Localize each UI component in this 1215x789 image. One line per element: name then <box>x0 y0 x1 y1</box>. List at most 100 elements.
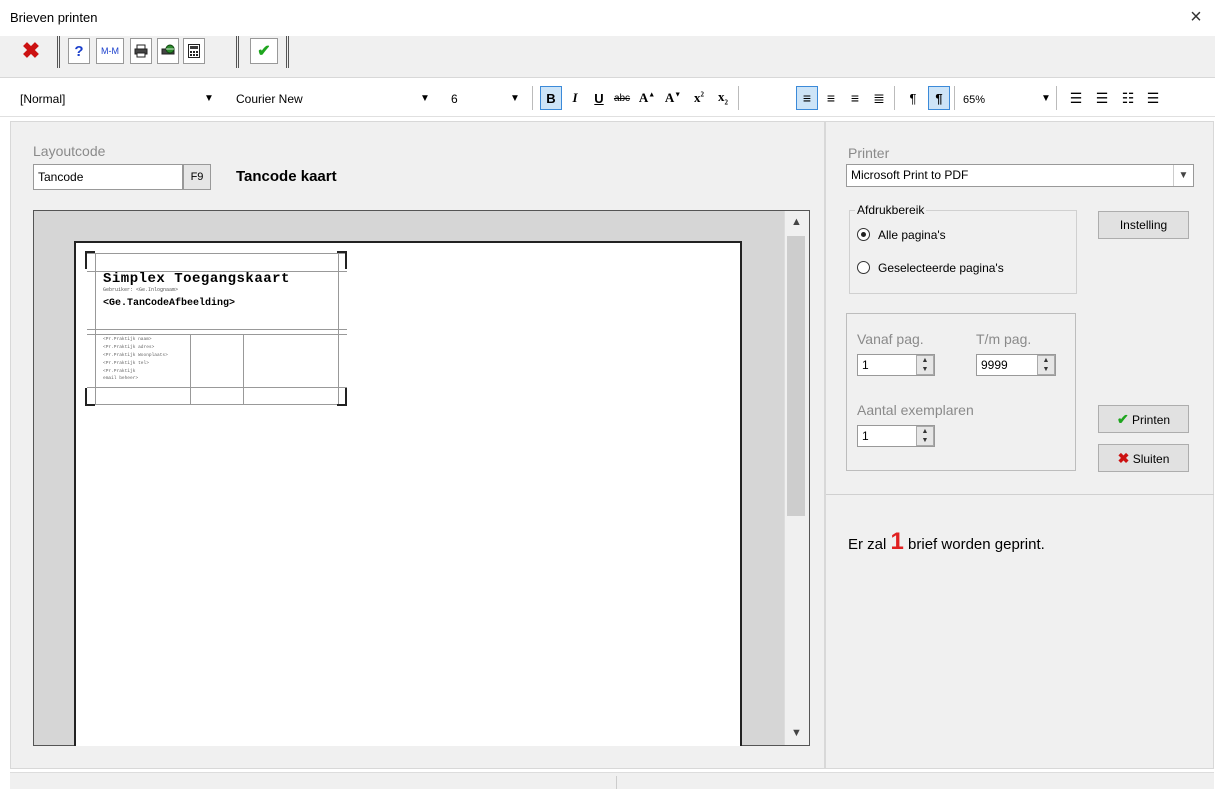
align-center-button[interactable]: ≡ <box>820 86 842 110</box>
confirm-button[interactable]: ✔ <box>250 38 278 64</box>
numbered-list-icon: ☰ <box>1069 89 1083 106</box>
calculator-button[interactable] <box>183 38 205 64</box>
card-address-line: email beheer> <box>103 376 139 381</box>
help-button[interactable]: ? <box>68 38 90 64</box>
print-preview-button[interactable] <box>130 38 152 64</box>
export-button[interactable] <box>157 38 179 64</box>
italic-icon: I <box>572 90 578 105</box>
printer-select[interactable]: Microsoft Print to PDF <box>846 164 1194 187</box>
radio-selected-pages[interactable] <box>857 261 870 274</box>
print-button[interactable]: ✔ Printen <box>1098 405 1189 433</box>
superscript-icon: x2 <box>694 90 704 105</box>
layoutcode-input[interactable]: Tancode <box>33 164 183 190</box>
scroll-up-icon[interactable]: ▲ <box>784 211 809 233</box>
window-close-button[interactable]: × <box>1183 4 1209 30</box>
print-range-group <box>849 210 1077 294</box>
align-left-icon: ≡ <box>802 90 812 106</box>
radio-all-pages[interactable] <box>857 228 870 241</box>
card-title: Simplex Toegangskaart <box>103 271 290 287</box>
align-justify-icon: ≣ <box>873 89 885 106</box>
grow-font-button[interactable]: A▲ <box>636 86 658 110</box>
style-dropdown-icon[interactable]: ▼ <box>204 89 214 109</box>
printer-label: Printer <box>848 145 890 161</box>
card-border <box>243 334 244 404</box>
card-address-line: <Pr.Praktijk adres> <box>103 345 155 350</box>
mm-icon: M-M <box>101 46 119 56</box>
multilevel-list-icon: ☷ <box>1121 89 1135 106</box>
zoom-select[interactable]: 65% <box>963 89 1048 109</box>
bold-button[interactable]: B <box>540 86 562 110</box>
bold-icon: B <box>546 90 556 106</box>
card-tancode-field: <Ge.TanCodeAfbeelding> <box>103 298 236 309</box>
card-border <box>87 334 347 335</box>
card-subtitle: Gebruiker: <Ge.Inlognaam> <box>103 287 179 293</box>
style-select[interactable]: [Normal] <box>20 89 215 109</box>
toolbar-separator <box>236 36 239 68</box>
preview-page <box>74 241 742 746</box>
font-size-dropdown-icon[interactable]: ▼ <box>510 89 520 109</box>
cancel-button[interactable]: ✖ <box>17 38 45 64</box>
status-bar-divider <box>616 776 617 789</box>
help-icon: ? <box>74 42 84 60</box>
italic-button[interactable]: I <box>564 86 586 110</box>
f9-lookup-button[interactable]: F9 <box>183 164 211 190</box>
check-icon: ✔ <box>1116 411 1129 427</box>
from-page-label: Vanaf pag. <box>857 331 924 347</box>
format-separator <box>1056 86 1057 110</box>
shrink-font-button[interactable]: A▼ <box>662 86 684 110</box>
align-right-button[interactable]: ≡ <box>844 86 866 110</box>
print-count-message: Er zal 1 brief worden geprint. <box>848 528 1045 556</box>
printer-icon <box>134 44 148 58</box>
multilevel-list-button[interactable]: ☷ <box>1117 86 1139 110</box>
card-corner-mark <box>337 251 347 269</box>
card-address-line: <Pr.Praktijk <box>103 369 136 374</box>
ltr-paragraph-button[interactable]: ¶ <box>928 86 950 110</box>
zoom-value: 65% <box>963 94 986 106</box>
radio-selected-pages-label[interactable]: Geselecteerde pagina's <box>878 261 1004 275</box>
bullet-list-button[interactable]: ☰ <box>1091 86 1113 110</box>
align-center-icon: ≡ <box>826 90 836 106</box>
card-corner-mark <box>337 388 347 406</box>
rtl-paragraph-button[interactable]: ¶ <box>902 86 924 110</box>
card-border <box>87 329 347 330</box>
scroll-down-icon[interactable]: ▼ <box>784 722 809 744</box>
subscript-button[interactable]: x2 <box>712 86 734 110</box>
card-address-line: <Pr.Praktijk Woonplaats> <box>103 353 168 358</box>
from-page-stepper[interactable]: ▲ ▼ <box>916 355 934 375</box>
font-value: Courier New <box>236 92 303 106</box>
preview-scrollbar-thumb[interactable] <box>787 236 805 516</box>
to-page-stepper[interactable]: ▲ ▼ <box>1037 355 1055 375</box>
to-page-label: T/m pag. <box>976 331 1032 347</box>
close-x-icon: ✖ <box>1117 450 1130 466</box>
underline-button[interactable]: U <box>588 86 610 110</box>
strikethrough-button[interactable]: abc <box>611 86 633 110</box>
indent-button[interactable]: ☰ <box>1142 86 1164 110</box>
radio-selected-dot <box>861 232 866 237</box>
toolbar-separator <box>286 36 289 68</box>
chevron-down-icon[interactable]: ▼ <box>1173 165 1193 186</box>
mm-button[interactable]: M-M <box>96 38 124 64</box>
zoom-dropdown-icon[interactable]: ▼ <box>1041 89 1051 109</box>
print-button-label: Printen <box>1132 413 1171 427</box>
card-address-line: <Pr.Praktijk naam> <box>103 337 152 342</box>
paragraph-rtl-icon: ¶ <box>909 90 917 106</box>
align-justify-button[interactable]: ≣ <box>868 86 890 110</box>
close-dialog-button[interactable]: ✖ Sluiten <box>1098 444 1189 472</box>
radio-all-pages-label[interactable]: Alle pagina's <box>878 228 946 242</box>
copies-stepper[interactable]: ▲ ▼ <box>916 426 934 446</box>
layout-name: Tancode kaart <box>236 168 337 185</box>
superscript-button[interactable]: x2 <box>688 86 710 110</box>
card-border <box>95 253 96 404</box>
numbered-list-button[interactable]: ☰ <box>1065 86 1087 110</box>
toolbar-separator <box>57 36 60 68</box>
card-border <box>190 334 191 404</box>
card-address-line: <Pr.Praktijk tel> <box>103 361 149 366</box>
font-select[interactable]: Courier New <box>236 89 431 109</box>
status-bar <box>10 772 1214 789</box>
format-separator <box>532 86 533 110</box>
align-left-button[interactable]: ≡ <box>796 86 818 110</box>
printer-settings-button[interactable]: Instelling <box>1098 211 1189 239</box>
card-border <box>87 387 347 388</box>
print-web-icon <box>161 44 175 55</box>
font-dropdown-icon[interactable]: ▼ <box>420 89 430 109</box>
